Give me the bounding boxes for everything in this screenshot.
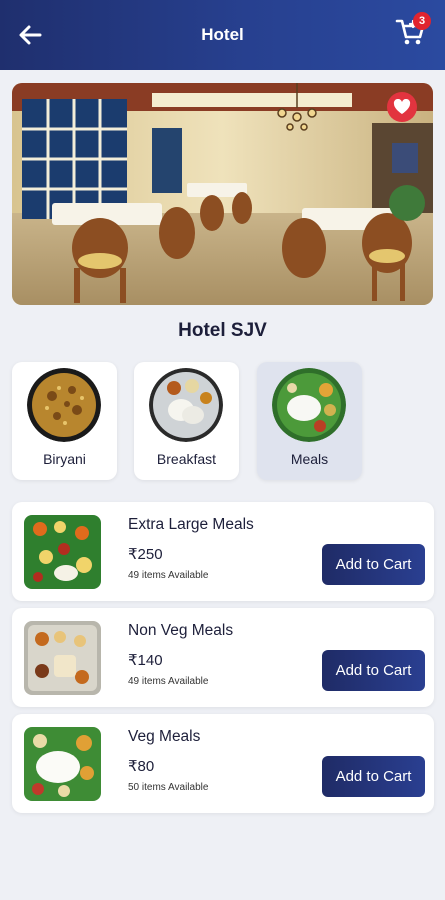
- meals-image: [272, 368, 346, 442]
- category-label: Biryani: [43, 451, 86, 467]
- non-veg-meals-image: [24, 621, 101, 695]
- hotel-name: Hotel SJV: [178, 320, 267, 341]
- add-to-cart-button[interactable]: Add to Cart: [322, 756, 425, 797]
- item-name: Extra Large Meals: [128, 516, 254, 533]
- item-price: ₹80: [128, 758, 155, 775]
- heart-icon: [393, 99, 411, 114]
- item-price: ₹140: [128, 652, 163, 669]
- item-name: Veg Meals: [128, 728, 201, 745]
- cart-count-badge: 3: [413, 12, 431, 30]
- page-title: Hotel: [201, 25, 244, 44]
- add-to-cart-button[interactable]: Add to Cart: [322, 650, 425, 691]
- arrow-left-icon: [19, 25, 42, 45]
- item-price: ₹250: [128, 546, 163, 563]
- hotel-banner-image: [12, 83, 433, 305]
- item-availability: 49 items Available: [128, 570, 209, 581]
- category-meals[interactable]: Meals: [257, 362, 362, 480]
- favorite-button[interactable]: [387, 92, 417, 122]
- app-header: Hotel 3: [0, 0, 445, 70]
- category-breakfast[interactable]: Breakfast: [134, 362, 239, 480]
- restaurant-interior-image: [12, 83, 433, 305]
- category-biryani[interactable]: Biryani: [12, 362, 117, 480]
- cart-button[interactable]: 3: [395, 12, 431, 48]
- menu-item: Extra Large Meals ₹250 49 items Availabl…: [12, 502, 434, 601]
- extra-large-meals-image: [24, 515, 101, 589]
- category-label: Breakfast: [156, 451, 217, 467]
- menu-item: Non Veg Meals ₹140 49 items Available Ad…: [12, 608, 434, 707]
- veg-meals-image: [24, 727, 101, 801]
- menu-item: Veg Meals ₹80 50 items Available Add to …: [12, 714, 434, 813]
- item-availability: 50 items Available: [128, 782, 209, 793]
- category-label: Meals: [290, 451, 329, 467]
- biryani-image: [27, 368, 101, 442]
- item-availability: 49 items Available: [128, 676, 209, 687]
- back-button[interactable]: [18, 20, 50, 50]
- add-to-cart-button[interactable]: Add to Cart: [322, 544, 425, 585]
- breakfast-image: [149, 368, 223, 442]
- item-name: Non Veg Meals: [128, 622, 234, 639]
